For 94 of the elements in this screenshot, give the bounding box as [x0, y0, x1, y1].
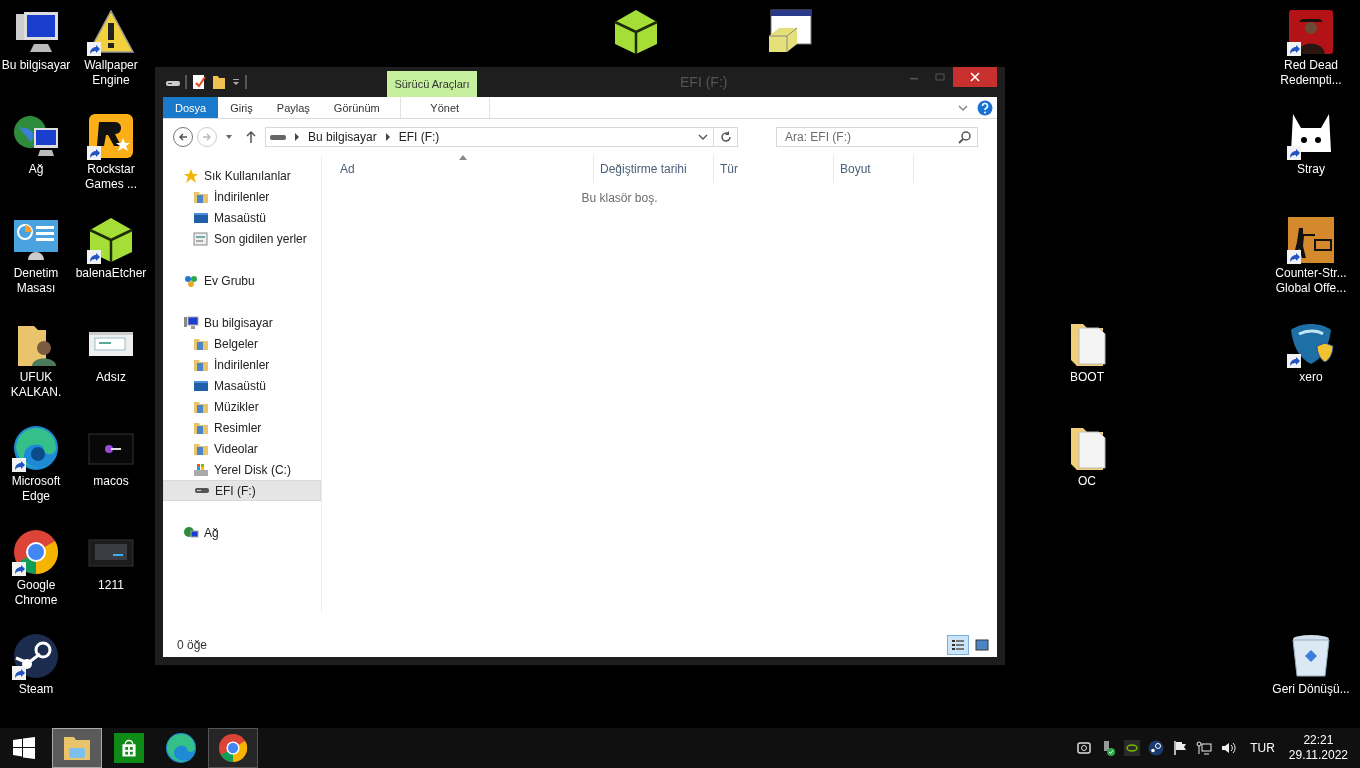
desktop-icon-label[interactable]: Steam [18, 682, 54, 697]
large-icon-view-icon [975, 639, 989, 651]
breadcrumb-arrow-icon[interactable] [294, 133, 300, 141]
navigation-item[interactable]: Resimler [163, 417, 321, 438]
navigation-item[interactable]: Yerel Disk (C:) [163, 459, 321, 480]
file-tab[interactable]: Dosya [163, 97, 219, 118]
column-header[interactable]: Değiştirme tarihi [594, 155, 714, 183]
search-icon[interactable] [958, 130, 972, 144]
desktop-icon-label[interactable]: Red Dead Redempti... [1271, 58, 1351, 88]
desktop-icon-label[interactable]: UFUK KALKAN. [0, 370, 76, 400]
computer-icon [183, 314, 199, 331]
edge-icon [165, 732, 197, 764]
navigation-item[interactable]: Müzikler [163, 396, 321, 417]
details-list-icon [951, 639, 965, 651]
contextual-tab-header: Sürücü Araçları [387, 71, 477, 97]
desktop-icon-label[interactable]: Geri Dönüşü... [1272, 682, 1350, 697]
navigation-item[interactable]: Belgeler [163, 333, 321, 354]
back-arrow-icon [177, 131, 189, 143]
recent-locations-caret-icon[interactable] [225, 133, 233, 141]
desktop-icon-label[interactable]: 1211 [98, 578, 124, 593]
cube-icon[interactable] [612, 8, 660, 56]
close-button[interactable] [953, 67, 997, 87]
breadcrumb[interactable]: EFI (F:) [398, 130, 440, 144]
edge-icon[interactable] [12, 424, 60, 472]
desktop-icon-label[interactable]: Microsoft Edge [0, 474, 76, 504]
refresh-icon[interactable] [719, 130, 733, 144]
speaker-icon[interactable] [1220, 740, 1237, 756]
details-view-button[interactable] [947, 635, 969, 655]
navigation-item[interactable]: İndirilenler [163, 186, 321, 207]
help-icon[interactable] [977, 99, 993, 116]
forward-arrow-icon [201, 131, 213, 143]
network-icon [183, 524, 199, 541]
desktop-icon-label[interactable]: OC [1078, 474, 1096, 489]
tray-app-icon[interactable] [1076, 740, 1093, 756]
navigation-item[interactable]: EFI (F:) [163, 480, 321, 501]
store-bag-icon [114, 733, 144, 763]
navigation-item[interactable]: Bu bilgisayar [163, 312, 321, 333]
navigation-item[interactable]: Videolar [163, 438, 321, 459]
soldier-icon[interactable] [1287, 216, 1335, 264]
close-icon [970, 72, 980, 82]
navigation-item[interactable]: Sık Kullanılanlar [163, 165, 321, 186]
navigation-item[interactable]: Ev Grubu [163, 270, 321, 291]
clock[interactable]: 22:21 29.11.2022 [1288, 733, 1348, 763]
desktop-icon-label[interactable]: Google Chrome [0, 578, 76, 608]
flag-icon[interactable] [1172, 740, 1189, 756]
navigation-item[interactable]: Son gidilen yerler [163, 228, 321, 249]
desktop-icon-label[interactable]: Stray [1297, 162, 1325, 177]
navigation-item[interactable]: Masaüstü [163, 375, 321, 396]
empty-folder-message: Bu klasör boş. [581, 191, 658, 205]
chrome-icon[interactable] [12, 528, 60, 576]
back-button[interactable] [173, 127, 193, 147]
input-language-indicator[interactable]: TUR [1250, 741, 1275, 755]
drive-icon [270, 132, 286, 142]
new-folder-icon[interactable] [211, 74, 227, 90]
drive-icon [194, 488, 210, 493]
steam-icon[interactable] [12, 632, 60, 680]
desktop-icon-label[interactable]: Denetim Masası [0, 266, 76, 296]
sort-arrow-icon [459, 155, 467, 160]
navigation-item[interactable]: Ağ [163, 522, 321, 543]
recent-places-icon [193, 230, 209, 247]
history-caret-icon[interactable] [698, 133, 708, 141]
address-bar[interactable]: Bu bilgisayar EFI (F:) [265, 127, 738, 147]
desktop-icon-label[interactable]: balenaEtcher [75, 266, 147, 281]
chrome-icon [218, 733, 248, 763]
desktop-icon-label[interactable]: Adsız [96, 370, 126, 385]
windows-disk-icon [193, 461, 209, 478]
column-header[interactable]: Ad [322, 155, 594, 183]
item-count: 0 öğe [177, 638, 208, 652]
star-icon [183, 167, 199, 184]
desktop-icon-label[interactable]: Counter-Str... Global Offe... [1271, 266, 1351, 296]
taskbar-app-button[interactable] [208, 728, 258, 768]
breadcrumb-arrow-icon[interactable] [384, 133, 391, 141]
search-field[interactable]: Ara: EFI (F:) [776, 127, 978, 147]
navigation-item[interactable]: Masaüstü [163, 207, 321, 228]
up-arrow-icon[interactable] [245, 130, 257, 144]
breadcrumb[interactable]: Bu bilgisayar [308, 130, 377, 144]
column-header[interactable]: Tür [714, 155, 834, 183]
steam-icon[interactable] [1148, 740, 1165, 756]
desktop-icon-label[interactable]: Bu bilgisayar [1, 58, 71, 73]
desktop-icon-label[interactable]: Rockstar Games ... [71, 162, 151, 192]
desktop-icon-label[interactable]: Wallpaper Engine [71, 58, 151, 88]
desktop-icon-label[interactable]: macos [93, 474, 129, 489]
properties-icon[interactable] [191, 74, 207, 90]
rockstar-icon[interactable] [87, 112, 135, 160]
desktop-icon-label[interactable]: BOOT [1070, 370, 1104, 385]
navigation-item[interactable]: İndirilenler [163, 354, 321, 375]
customize-caret-icon[interactable] [231, 77, 241, 87]
cowboy-figure-icon[interactable] [1287, 8, 1335, 56]
desktop-icon-label[interactable]: xero [1299, 370, 1323, 385]
desktop-icon-label[interactable]: Ağ [28, 162, 44, 177]
windows-logo-icon [12, 736, 36, 760]
maximize-icon [935, 72, 945, 82]
column-header[interactable]: Boyut [834, 155, 914, 183]
network-monitor-icon[interactable] [1196, 740, 1213, 756]
